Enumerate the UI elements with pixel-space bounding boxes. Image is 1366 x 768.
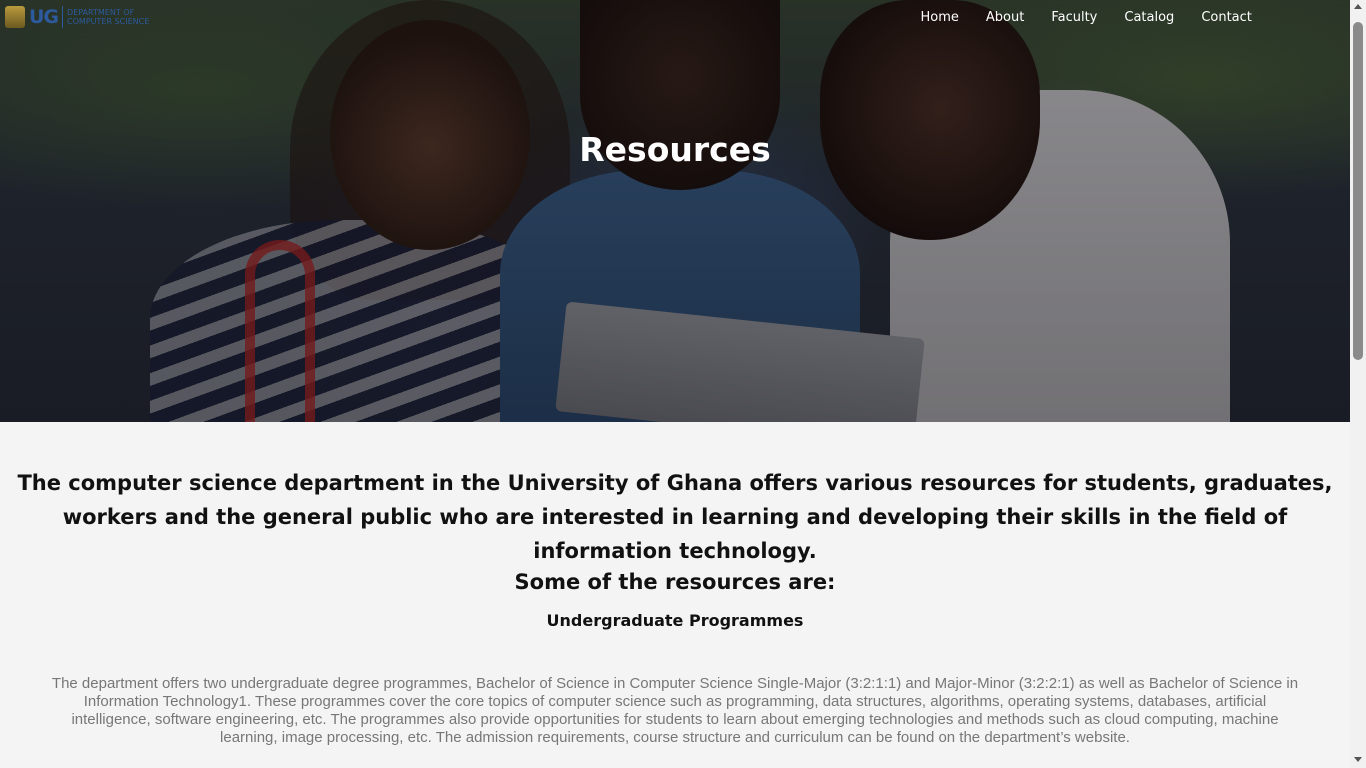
nav-contact-link[interactable]: Contact bbox=[1188, 10, 1266, 26]
crest-icon bbox=[5, 6, 25, 28]
hero-banner: UG DEPARTMENT OF COMPUTER SCIENCE Home A… bbox=[0, 0, 1350, 422]
nav-home-link[interactable]: Home bbox=[907, 10, 972, 26]
resources-heading: Some of the resources are: bbox=[514, 570, 836, 594]
nav-about-link[interactable]: About bbox=[972, 10, 1037, 26]
scroll-up-arrow-icon[interactable] bbox=[1354, 4, 1362, 9]
scrollbar-thumb[interactable] bbox=[1353, 22, 1363, 360]
site-logo[interactable]: UG DEPARTMENT OF COMPUTER SCIENCE bbox=[5, 4, 149, 30]
logo-text-line2: COMPUTER SCIENCE bbox=[67, 17, 150, 26]
nav-catalog-link[interactable]: Catalog bbox=[1111, 10, 1188, 26]
logo-text: DEPARTMENT OF COMPUTER SCIENCE bbox=[67, 8, 149, 26]
nav-faculty-link[interactable]: Faculty bbox=[1038, 10, 1111, 26]
main-nav: Home About Faculty Catalog Contact bbox=[907, 10, 1265, 26]
scroll-down-arrow-icon[interactable] bbox=[1354, 757, 1362, 762]
section-body: The department offers two undergraduate … bbox=[51, 675, 1299, 746]
logo-divider bbox=[62, 6, 64, 28]
section-title: Undergraduate Programmes bbox=[546, 611, 804, 630]
vertical-scrollbar[interactable] bbox=[1350, 0, 1366, 768]
hero-overlay bbox=[0, 0, 1350, 422]
logo-text-line1: DEPARTMENT OF bbox=[67, 8, 135, 17]
intro-paragraph: The computer science department in the U… bbox=[17, 471, 1333, 563]
page: UG DEPARTMENT OF COMPUTER SCIENCE Home A… bbox=[0, 0, 1350, 768]
page-title: Resources bbox=[579, 130, 771, 169]
logo-mark: UG bbox=[29, 6, 59, 28]
